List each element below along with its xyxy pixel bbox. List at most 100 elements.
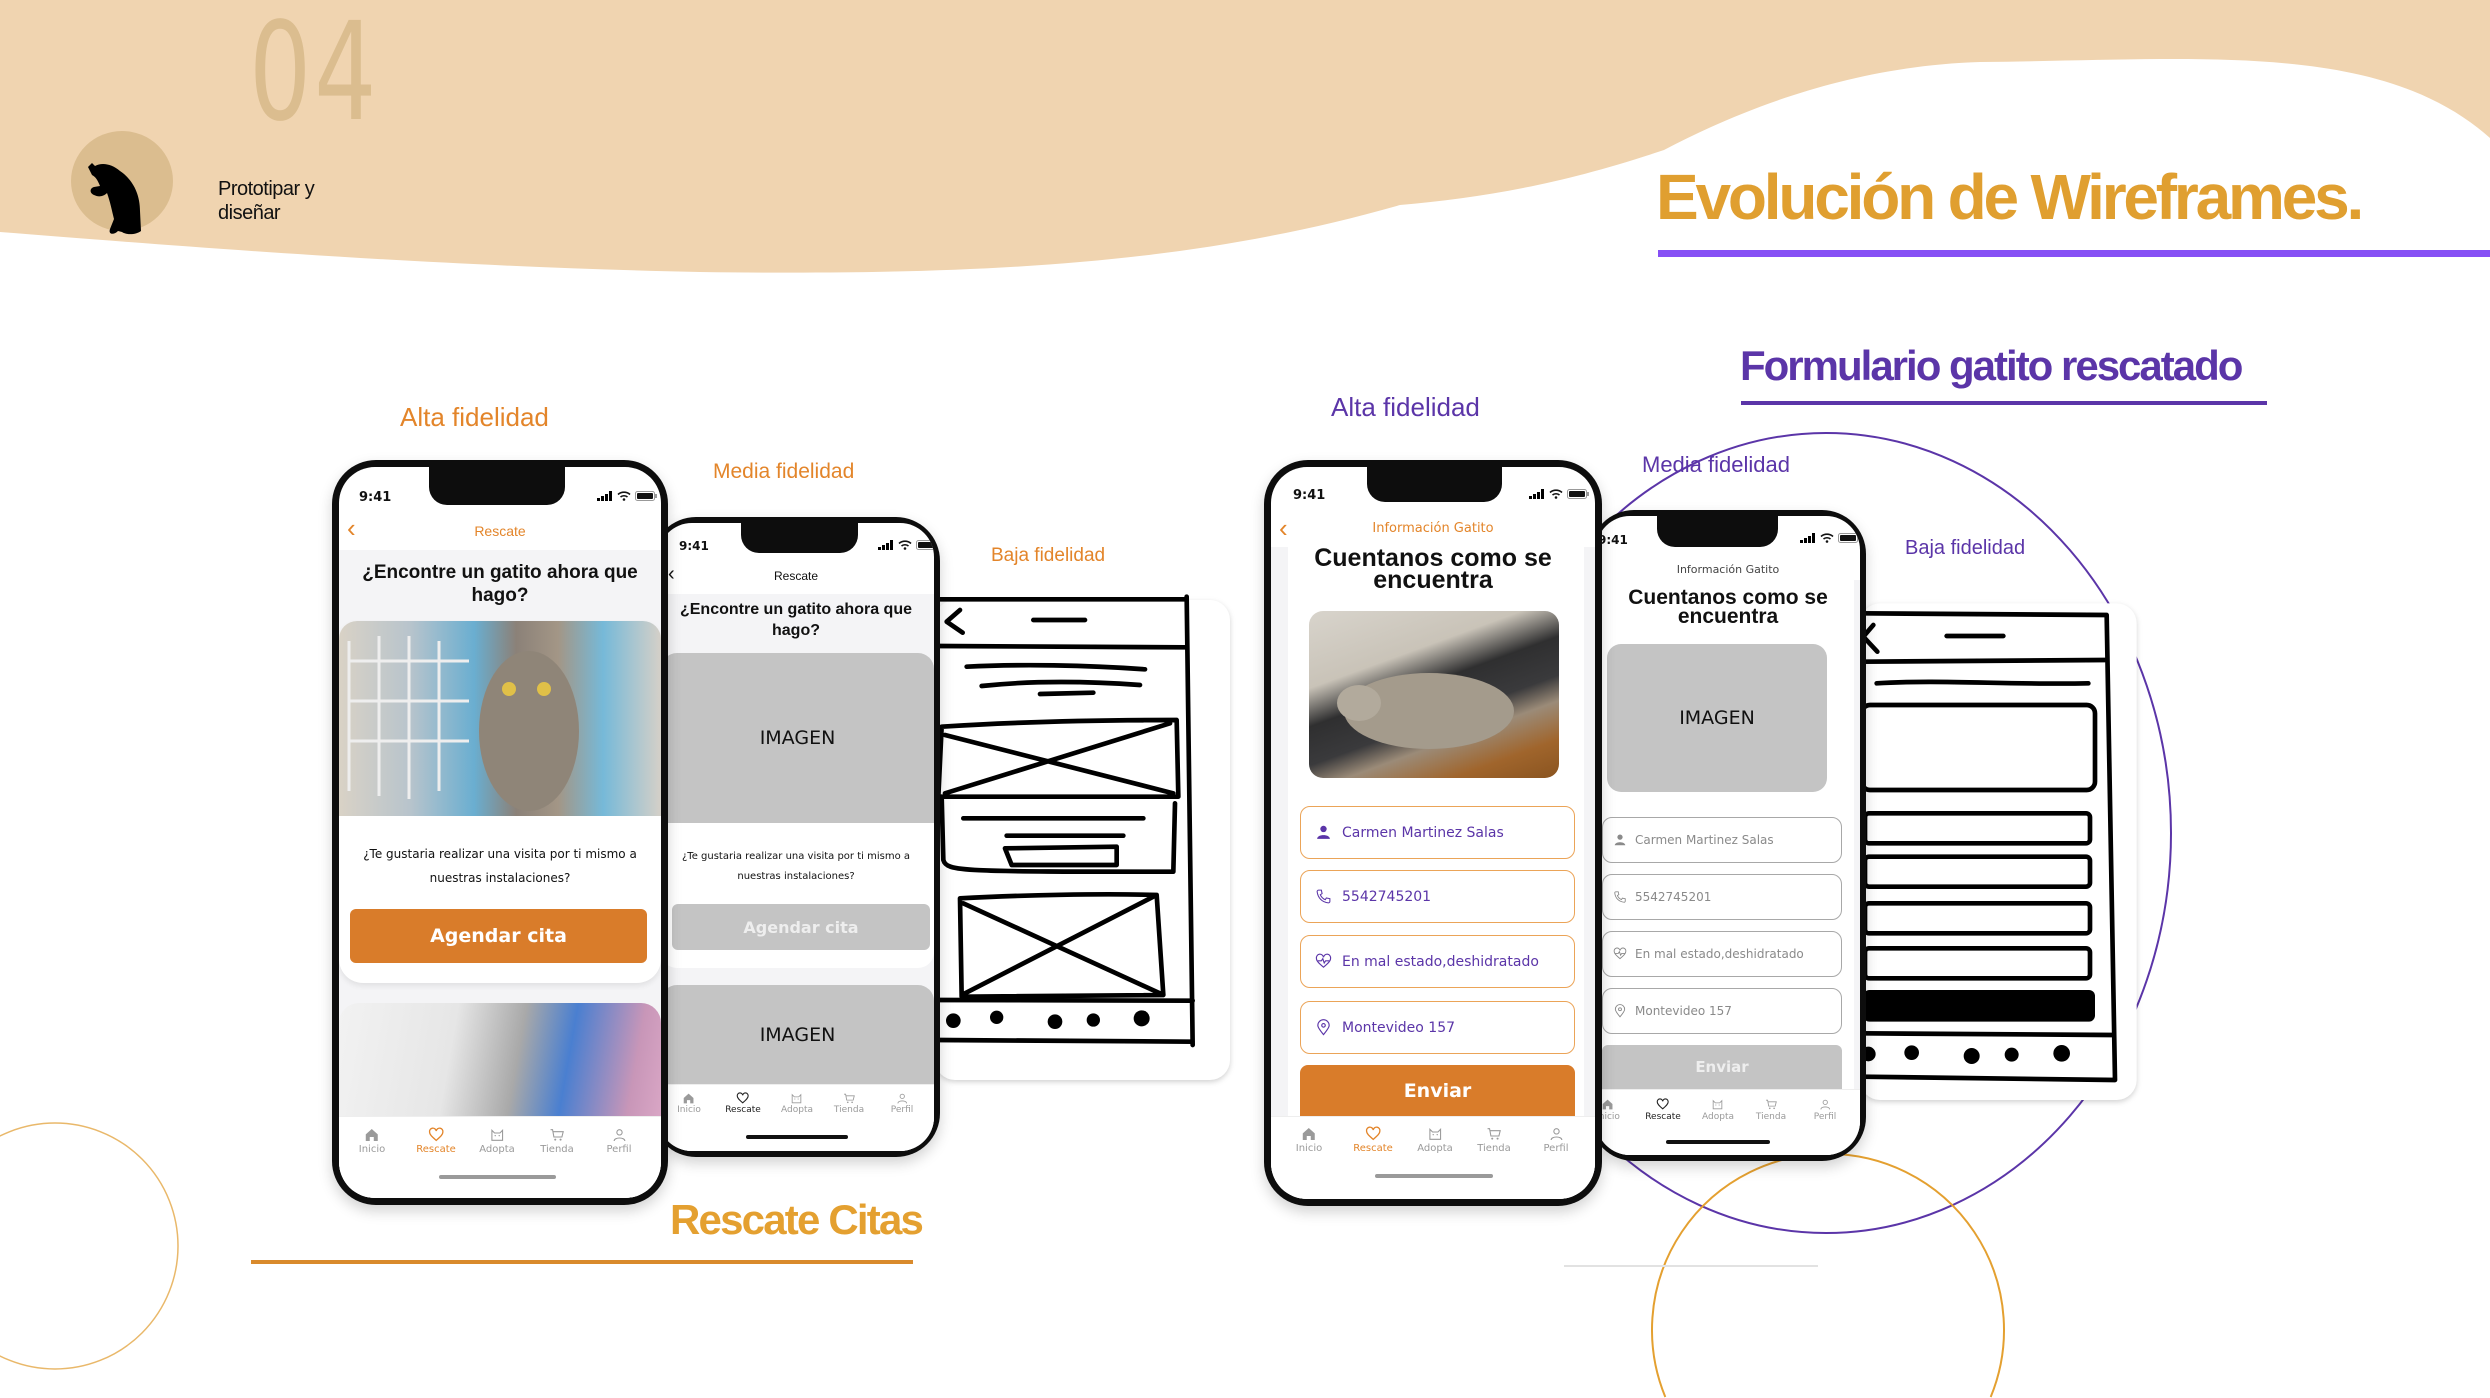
tab-label: Adopta bbox=[1702, 1112, 1734, 1122]
person-icon bbox=[1543, 1126, 1568, 1142]
cat-silhouette-logo bbox=[71, 131, 173, 235]
tab-perfil[interactable]: Perfil bbox=[1543, 1126, 1569, 1154]
tab-tienda[interactable]: Tienda bbox=[1756, 1098, 1786, 1122]
field-value: En mal estado,deshidratado bbox=[1342, 953, 1539, 970]
cat-icon bbox=[1702, 1098, 1734, 1111]
home-indicator bbox=[1375, 1174, 1493, 1178]
tab-inicio[interactable]: Inicio bbox=[359, 1127, 385, 1155]
tab-label: Tienda bbox=[1477, 1143, 1511, 1154]
phone-mid-fidelity-form: 9:41 Información Gatito Cuentanos como s… bbox=[1590, 510, 1866, 1161]
field-phone[interactable]: 5542745201 bbox=[1300, 870, 1575, 923]
cat-icon bbox=[479, 1127, 515, 1143]
tab-label: Adopta bbox=[1417, 1143, 1453, 1154]
tab-rescate[interactable]: Rescate bbox=[725, 1092, 761, 1115]
orange-circle-outline-left bbox=[0, 1122, 179, 1370]
home-indicator bbox=[1666, 1140, 1770, 1144]
rescued-cat-photo bbox=[1309, 611, 1559, 778]
wifi-icon bbox=[898, 540, 912, 550]
label-mid-fidelity-form: Media fidelidad bbox=[1642, 452, 1790, 477]
field-phone[interactable]: 5542745201 bbox=[1602, 874, 1842, 920]
person-icon bbox=[1613, 833, 1627, 847]
cat-icon bbox=[781, 1092, 813, 1105]
field-value: 5542745201 bbox=[1342, 888, 1432, 905]
person-icon bbox=[891, 1092, 914, 1105]
status-time: 9:41 bbox=[679, 539, 709, 553]
screen-title: Rescate bbox=[773, 569, 819, 583]
field-value: Montevideo 157 bbox=[1342, 1019, 1456, 1036]
send-button[interactable]: Enviar bbox=[1602, 1045, 1842, 1089]
tab-label: Rescate bbox=[1645, 1112, 1681, 1122]
cat-in-carrier-photo bbox=[339, 621, 661, 816]
section-number: 04 bbox=[249, 0, 380, 152]
send-button[interactable]: Enviar bbox=[1300, 1065, 1575, 1116]
tab-rescate[interactable]: Rescate bbox=[1645, 1098, 1681, 1122]
phone-icon bbox=[1613, 890, 1627, 904]
status-time: 9:41 bbox=[1598, 533, 1628, 547]
status-time: 9:41 bbox=[359, 490, 392, 505]
tab-inicio[interactable]: Inicio bbox=[1296, 1126, 1322, 1154]
person-icon bbox=[1814, 1098, 1837, 1111]
phone-mid-fidelity-rescate: 9:41 ‹ Rescate ¿Encontre un gatito ahora… bbox=[652, 517, 940, 1157]
tab-label: Tienda bbox=[833, 1105, 865, 1115]
person-icon bbox=[1315, 824, 1332, 841]
divider-line bbox=[1564, 1265, 1818, 1267]
tab-tienda[interactable]: Tienda bbox=[540, 1127, 574, 1155]
cat-icon bbox=[1417, 1126, 1453, 1142]
field-location[interactable]: Montevideo 157 bbox=[1300, 1001, 1575, 1054]
visit-prompt: ¿Te gustaria realizar una visita por ti … bbox=[681, 851, 910, 882]
tab-label: Perfil bbox=[890, 1105, 914, 1115]
phone-notch bbox=[1657, 516, 1778, 547]
home-indicator bbox=[746, 1135, 848, 1139]
wifi-icon bbox=[617, 491, 631, 501]
phone-notch bbox=[1367, 467, 1502, 502]
tab-label: Perfil bbox=[606, 1144, 632, 1155]
label-mid-fidelity: Media fidelidad bbox=[713, 460, 855, 483]
tab-label: Adopta bbox=[479, 1144, 515, 1155]
schedule-appointment-button[interactable]: Agendar cita bbox=[350, 909, 647, 963]
location-icon bbox=[1613, 1004, 1627, 1018]
phone-notch bbox=[429, 467, 565, 505]
phone-high-fidelity-rescate: 9:41 ‹ Rescate ¿Encontre un gatito ahora… bbox=[332, 460, 668, 1205]
field-location[interactable]: Montevideo 157 bbox=[1602, 988, 1842, 1034]
cart-icon bbox=[1477, 1126, 1511, 1142]
tab-tienda[interactable]: Tienda bbox=[1477, 1126, 1511, 1154]
location-icon bbox=[1315, 1019, 1332, 1036]
cart-icon bbox=[1756, 1098, 1786, 1111]
cat-vet-photo bbox=[339, 1003, 661, 1116]
tab-adopta[interactable]: Adopta bbox=[479, 1127, 515, 1155]
status-icons bbox=[1800, 533, 1860, 543]
field-heart-pulse[interactable]: En mal estado,deshidratado bbox=[1300, 935, 1575, 988]
tab-perfil[interactable]: Perfil bbox=[1814, 1098, 1837, 1122]
tab-label: Perfil bbox=[1543, 1143, 1569, 1154]
home-icon bbox=[677, 1092, 701, 1105]
image-placeholder: IMAGEN bbox=[661, 653, 934, 823]
tab-perfil[interactable]: Perfil bbox=[890, 1092, 914, 1115]
home-indicator bbox=[439, 1175, 556, 1179]
page-title: Evolución de Wireframes. bbox=[1656, 161, 2364, 233]
tab-label: Tienda bbox=[1755, 1112, 1787, 1122]
tab-bar: Inicio Rescate Adopta Tienda Perfil bbox=[1271, 1116, 1595, 1199]
tab-tienda[interactable]: Tienda bbox=[834, 1092, 864, 1115]
screen-title: Información Gatito bbox=[1372, 521, 1494, 536]
field-person[interactable]: Carmen Martinez Salas bbox=[1602, 817, 1842, 863]
tab-adopta[interactable]: Adopta bbox=[781, 1092, 813, 1115]
heart-icon bbox=[1645, 1098, 1681, 1111]
cart-icon bbox=[834, 1092, 864, 1105]
tab-perfil[interactable]: Perfil bbox=[606, 1127, 632, 1155]
tab-rescate[interactable]: Rescate bbox=[416, 1127, 456, 1155]
field-heart-pulse[interactable]: En mal estado,deshidratado bbox=[1602, 931, 1842, 977]
tab-adopta[interactable]: Adopta bbox=[1702, 1098, 1734, 1122]
cart-icon bbox=[540, 1127, 574, 1143]
tab-inicio[interactable]: Inicio bbox=[677, 1092, 701, 1115]
tab-bar: Inicio Rescate Adopta Tienda Perfil bbox=[339, 1116, 661, 1198]
battery-icon bbox=[916, 540, 934, 550]
screen-title: Rescate bbox=[474, 523, 526, 539]
tab-adopta[interactable]: Adopta bbox=[1417, 1126, 1453, 1154]
tab-rescate[interactable]: Rescate bbox=[1353, 1126, 1393, 1154]
form-group-title: Formulario gatito rescatado bbox=[1740, 342, 2243, 389]
field-person[interactable]: Carmen Martinez Salas bbox=[1300, 806, 1575, 859]
schedule-button[interactable]: Agendar cita bbox=[672, 904, 930, 950]
field-value: Montevideo 157 bbox=[1635, 1004, 1732, 1018]
tab-label: Rescate bbox=[1353, 1143, 1393, 1154]
battery-icon bbox=[635, 491, 657, 501]
